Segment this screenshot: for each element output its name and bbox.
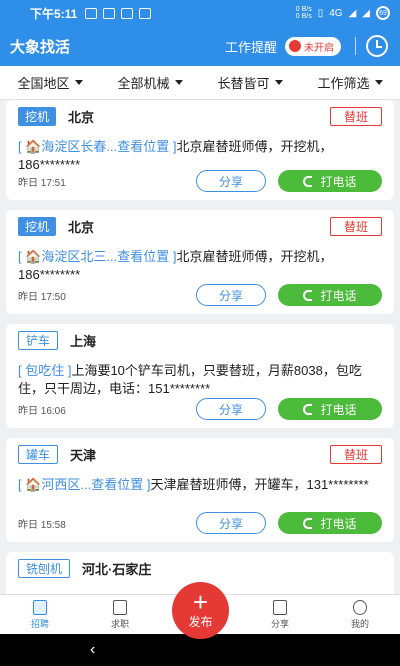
notification-icon: [85, 7, 98, 19]
phone-icon: [303, 289, 313, 301]
job-city: 天津: [70, 447, 97, 463]
card-footer: 昨日 17:51 分享 打电话: [18, 170, 382, 192]
machine-tag: 铣刨机: [18, 558, 71, 578]
post-date: 昨日 17:51: [18, 177, 66, 189]
nav-share[interactable]: 分享: [240, 595, 320, 634]
machine-tag: 罐车: [18, 444, 59, 464]
post-date: 昨日 15:58: [18, 519, 66, 531]
caret-down-icon: [374, 80, 383, 85]
status-time: 下午5:11: [30, 6, 78, 21]
job-description: [ 包吃住 ]上海要10个铲车司机，只要替班，月薪8038，包吃住，只干周边，电…: [18, 362, 380, 398]
app-title: 大象找活: [10, 38, 71, 56]
clock-icon[interactable]: [366, 35, 388, 57]
status-right: 0 B/s 0 B/s ▯ 4G ◢ ◢ 69: [296, 6, 390, 20]
header-divider: [355, 37, 356, 55]
phone-icon: [303, 517, 313, 529]
job-city: 北京: [68, 109, 95, 125]
image-icon: [139, 7, 152, 19]
toggle-label: 未开启: [304, 42, 334, 54]
publish-button[interactable]: + 发布: [172, 582, 229, 639]
job-description: [ 🏠海淀区长春...查看位置 ]北京雇替班师傅，开挖机，186********: [18, 138, 380, 174]
call-button[interactable]: 打电话: [278, 284, 382, 306]
machine-tag: 挖机: [18, 106, 57, 126]
machine-tag: 铲车: [18, 330, 59, 350]
card-header: 铲车 上海: [18, 330, 382, 350]
share-button[interactable]: 分享: [196, 284, 266, 306]
view-location-link[interactable]: [ 🏠河西区...查看位置 ]: [18, 477, 150, 492]
filter-duration[interactable]: 长替皆可: [200, 73, 300, 92]
filter-job[interactable]: 工作筛选: [300, 73, 400, 92]
job-city: 北京: [68, 219, 95, 235]
nav-mine[interactable]: 我的: [320, 595, 400, 634]
filter-machinery[interactable]: 全部机械: [100, 73, 200, 92]
nav-job[interactable]: 求职: [80, 595, 160, 634]
person-card-icon: [113, 599, 127, 615]
shift-badge: 替班: [330, 444, 382, 464]
plus-icon: +: [192, 587, 209, 617]
shift-badge: 替班: [330, 216, 382, 236]
call-button[interactable]: 打电话: [278, 170, 382, 192]
toggle-knob: [289, 40, 301, 52]
back-icon[interactable]: ‹: [90, 641, 95, 659]
work-reminder-toggle[interactable]: 未开启: [285, 36, 341, 56]
app-icon: [121, 7, 134, 19]
benefit-tag: [ 包吃住 ]: [18, 363, 72, 378]
card-footer: 昨日 17:50 分享 打电话: [18, 284, 382, 306]
wifi-icon: ◢: [362, 7, 370, 19]
share-icon: [273, 599, 287, 615]
post-date: 昨日 17:50: [18, 291, 66, 303]
share-button[interactable]: 分享: [196, 512, 266, 534]
job-card[interactable]: 铲车 上海 [ 包吃住 ]上海要10个铲车司机，只要替班，月薪8038，包吃住，…: [6, 324, 394, 428]
caret-down-icon: [174, 80, 183, 85]
signal-icon: ◢: [348, 7, 357, 19]
caret-down-icon: [274, 80, 283, 85]
job-card[interactable]: 挖机 北京 替班 [ 🏠海淀区北三...查看位置 ]北京雇替班师傅，开挖机，18…: [6, 210, 394, 314]
network-speed: 0 B/s 0 B/s: [295, 6, 312, 20]
shift-badge: 替班: [330, 106, 382, 126]
wechat-icon: [103, 7, 116, 19]
card-header: 罐车 天津 替班: [18, 444, 382, 464]
phone-icon: [303, 175, 313, 187]
job-description: [ 🏠海淀区北三...查看位置 ]北京雇替班师傅，开挖机，186********: [18, 248, 380, 284]
job-description: [ 🏠河西区...查看位置 ]天津雇替班师傅，开罐车，131********: [18, 476, 380, 494]
app-header: 大象找活 工作提醒 未开启: [0, 26, 400, 66]
card-header: 挖机 北京 替班: [18, 106, 382, 126]
signal-label: 4G: [329, 7, 343, 19]
card-footer: 昨日 15:58 分享 打电话: [18, 512, 382, 534]
card-footer: 昨日 16:06 分享 打电话: [18, 398, 382, 420]
job-text: 天津雇替班师傅，开罐车，131********: [150, 477, 369, 492]
call-button[interactable]: 打电话: [278, 398, 382, 420]
list-icon: [33, 599, 47, 615]
view-location-link[interactable]: [ 🏠海淀区长春...查看位置 ]: [18, 139, 176, 154]
battery-icon: 69: [376, 6, 390, 20]
notification-icons: [85, 7, 152, 19]
nav-recruit[interactable]: 招聘: [0, 595, 80, 634]
phone-icon: [303, 403, 313, 415]
job-card[interactable]: 挖机 北京 替班 [ 🏠海淀区长春...查看位置 ]北京雇替班师傅，开挖机，18…: [6, 100, 394, 200]
work-reminder-label: 工作提醒: [224, 39, 277, 55]
filter-bar: 全国地区 全部机械 长替皆可 工作筛选: [0, 66, 400, 100]
job-city: 河北·石家庄: [82, 561, 152, 577]
user-icon: [353, 599, 367, 615]
machine-tag: 挖机: [18, 216, 57, 236]
job-city: 上海: [70, 333, 97, 349]
job-card[interactable]: 罐车 天津 替班 [ 🏠河西区...查看位置 ]天津雇替班师傅，开罐车，131*…: [6, 438, 394, 542]
job-list: 挖机 北京 替班 [ 🏠海淀区长春...查看位置 ]北京雇替班师傅，开挖机，18…: [0, 100, 400, 594]
vibrate-icon: ▯: [317, 7, 324, 19]
status-bar: 下午5:11 0 B/s 0 B/s ▯ 4G ◢ ◢ 69: [0, 0, 400, 26]
share-button[interactable]: 分享: [196, 170, 266, 192]
view-location-link[interactable]: [ 🏠海淀区北三...查看位置 ]: [18, 249, 176, 264]
card-header: 挖机 北京 替班: [18, 216, 382, 236]
share-button[interactable]: 分享: [196, 398, 266, 420]
card-header: 铣刨机 河北·石家庄: [18, 558, 382, 578]
caret-down-icon: [74, 80, 83, 85]
call-button[interactable]: 打电话: [278, 512, 382, 534]
filter-region[interactable]: 全国地区: [0, 73, 100, 92]
post-date: 昨日 16:06: [18, 405, 66, 417]
